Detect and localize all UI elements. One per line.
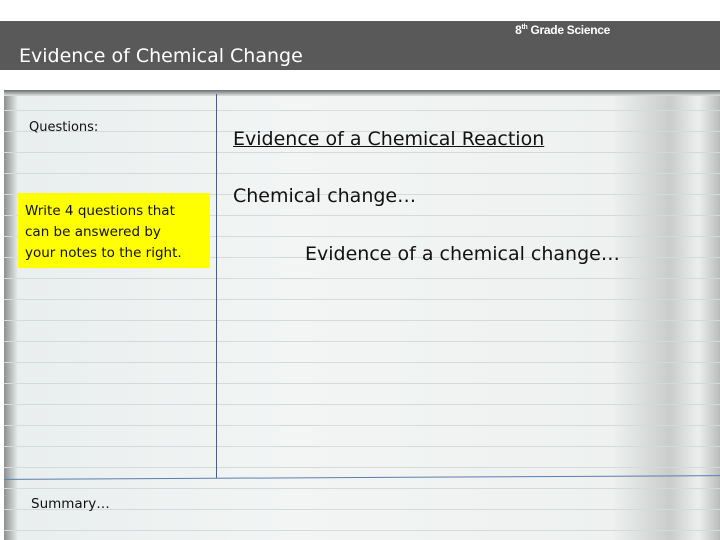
instruction-box: Write 4 questions that can be answered b…: [18, 193, 210, 268]
summary-label: Summary…: [31, 496, 110, 512]
chemical-change-note: Chemical change…: [233, 185, 417, 207]
instruction-text: Write 4 questions that can be answered b…: [25, 203, 182, 261]
questions-label: Questions:: [29, 120, 99, 135]
slide-header: 8th Grade Science Evidence of Chemical C…: [0, 21, 720, 70]
evidence-note: Evidence of a chemical change…: [305, 243, 620, 265]
course-name: Grade Science: [527, 23, 611, 37]
slide-title: Evidence of Chemical Change: [19, 45, 303, 67]
margin-divider: [216, 94, 217, 478]
course-label: 8th Grade Science: [515, 23, 610, 37]
notes-heading: Evidence of a Chemical Reaction: [233, 128, 545, 150]
summary-divider: [4, 475, 720, 480]
notebook-page: Questions: Write 4 questions that can be…: [4, 90, 720, 540]
